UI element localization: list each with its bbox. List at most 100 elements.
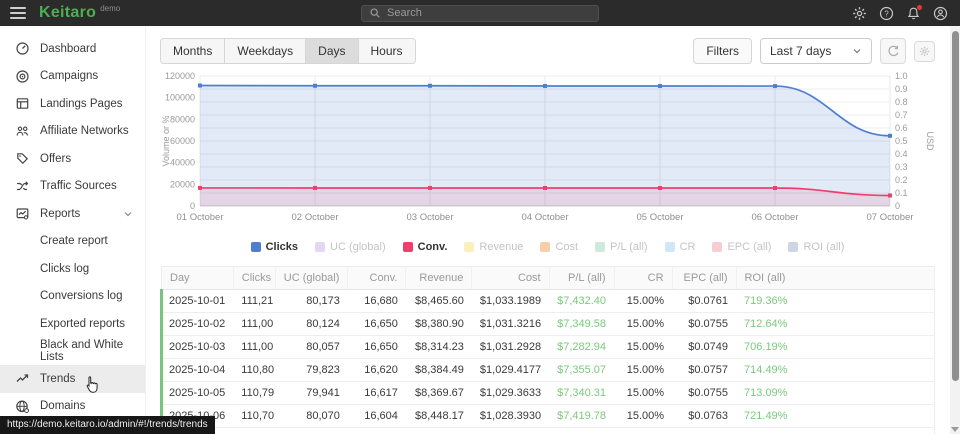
global-search[interactable] [361,5,599,22]
column-header[interactable]: EPC (all) [672,267,736,290]
column-header[interactable]: Day [162,267,234,290]
sidebar-item-offers[interactable]: Offers [0,145,145,173]
hamburger-menu-icon[interactable] [10,7,26,19]
table-row[interactable]: 2025-10-01111,2180,17316,680$8,465.60$1,… [162,290,935,313]
sidebar-item-conversions-log[interactable]: Conversions log [0,283,145,311]
sidebar-label: Domains [40,400,85,412]
sidebar-label: Black and White Lists [40,339,145,363]
search-input[interactable] [387,7,591,19]
legend-swatch [788,242,798,252]
column-header[interactable]: P/L (all) [549,267,614,290]
svg-text:0: 0 [895,201,900,211]
column-header[interactable]: Conv. [348,267,406,290]
sidebar-item-dashboard[interactable]: Dashboard [0,35,145,63]
table-row[interactable]: 2025-10-04110,8079,82316,620$8,384.49$1,… [162,359,935,382]
sidebar-item-trends[interactable]: Trends [0,365,145,393]
table-header-row: DayClicksUC (global)Conv.RevenueCostP/L … [162,267,935,290]
table-cell: $8,448.17 [406,405,472,428]
svg-text:0.3: 0.3 [895,162,908,172]
column-header[interactable]: ROI (all) [736,267,934,290]
svg-text:Volume or %: Volume or % [161,115,171,166]
chevron-down-icon [123,209,133,219]
settings-gear-icon[interactable] [852,6,867,21]
tab-days[interactable]: Days [306,39,358,63]
legend-swatch [665,242,675,252]
legend-item[interactable]: UC (global) [315,241,386,253]
table-row-partial[interactable]: 2025-10-0764,8046,8009,720$4,900.01$601.… [162,428,935,434]
tab-weekdays[interactable]: Weekdays [225,39,306,63]
domains-globe-icon [14,399,30,414]
sidebar-item-black-white-lists[interactable]: Black and White Lists [0,338,145,366]
top-header: Keitaro demo ? [0,0,960,26]
legend-swatch [712,242,722,252]
tab-hours[interactable]: Hours [359,39,415,63]
legend-item[interactable]: Conv. [403,241,448,253]
sidebar-item-campaigns[interactable]: Campaigns [0,63,145,91]
column-header[interactable]: Clicks [233,267,275,290]
sidebar-label: Create report [40,235,108,247]
logo-demo-badge: demo [100,4,120,13]
legend-item[interactable]: P/L (all) [595,241,648,253]
column-header[interactable]: Revenue [406,267,472,290]
table-cell: 80,070 [275,405,348,428]
table-cell: $8,384.49 [406,359,472,382]
column-header[interactable]: CR [614,267,672,290]
table-cell: 15.00% [614,359,672,382]
legend-item[interactable]: Revenue [464,241,523,253]
sidebar-item-exported-reports[interactable]: Exported reports [0,310,145,338]
legend-item[interactable]: Cost [540,241,578,253]
table-cell: $7,355.07 [549,359,614,382]
svg-text:0: 0 [190,201,195,211]
table-cell: 15.00% [614,290,672,313]
legend-item[interactable]: EPC (all) [712,241,771,253]
legend-item[interactable]: CR [665,241,696,253]
table-cell: 110,70 [233,405,275,428]
table-cell: 46,800 [275,428,348,434]
sidebar-label: Traffic Sources [40,180,117,192]
legend-item[interactable]: ROI (all) [788,241,844,253]
legend-label: ROI (all) [803,241,844,253]
scrollbar-down-arrow-icon[interactable] [951,427,959,432]
app-logo[interactable]: Keitaro [39,4,96,22]
sidebar-item-reports[interactable]: Reports [0,200,145,228]
sidebar-label: Clicks log [40,263,89,275]
table-cell: $0.0763 [672,405,736,428]
svg-text:06 October: 06 October [752,212,799,223]
legend-label: EPC (all) [727,241,771,253]
filters-button[interactable]: Filters [693,38,752,64]
table-cell: $0.0761 [672,290,736,313]
legend-item[interactable]: Clicks [251,241,298,253]
trends-trending-up-icon [14,371,30,386]
chart-settings-gear-button[interactable] [914,41,935,62]
user-account-icon[interactable] [933,6,948,21]
landings-page-icon [14,96,30,111]
scrollbar-thumb[interactable] [952,31,959,381]
table-cell: 2025-10-02 [162,313,234,336]
sidebar-item-clicks-log[interactable]: Clicks log [0,255,145,283]
svg-text:0.7: 0.7 [895,110,908,120]
column-header[interactable]: Cost [472,267,549,290]
refresh-button[interactable] [880,38,906,64]
tab-months[interactable]: Months [161,39,225,63]
sidebar-item-affiliate-networks[interactable]: Affiliate Networks [0,118,145,146]
table-row[interactable]: 2025-10-02111,0080,12416,650$8,380.90$1,… [162,313,935,336]
table-row[interactable]: 2025-10-06110,7080,07016,604$8,448.17$1,… [162,405,935,428]
sidebar-item-create-report[interactable]: Create report [0,228,145,256]
table-cell: 721.49% [736,405,934,428]
sidebar-item-traffic-sources[interactable]: Traffic Sources [0,173,145,201]
table-row[interactable]: 2025-10-05110,7979,94116,617$8,369.67$1,… [162,382,935,405]
notifications-bell-icon[interactable] [906,6,921,21]
table-cell: 16,620 [348,359,406,382]
table-row[interactable]: 2025-10-03111,0080,05716,650$8,314.23$1,… [162,336,935,359]
column-header[interactable]: UC (global) [275,267,348,290]
date-range-select[interactable]: Last 7 days [760,38,872,64]
vertical-scrollbar[interactable] [950,26,960,434]
help-icon[interactable]: ? [879,6,894,21]
affiliate-users-icon [14,124,30,139]
table-body: 2025-10-01111,2180,17316,680$8,465.60$1,… [162,290,935,434]
table-cell: 16,650 [348,313,406,336]
sidebar-item-landings-pages[interactable]: Landings Pages [0,90,145,118]
table-cell: $0.0757 [672,359,736,382]
svg-text:0.4: 0.4 [895,149,908,159]
svg-text:0.6: 0.6 [895,123,908,133]
